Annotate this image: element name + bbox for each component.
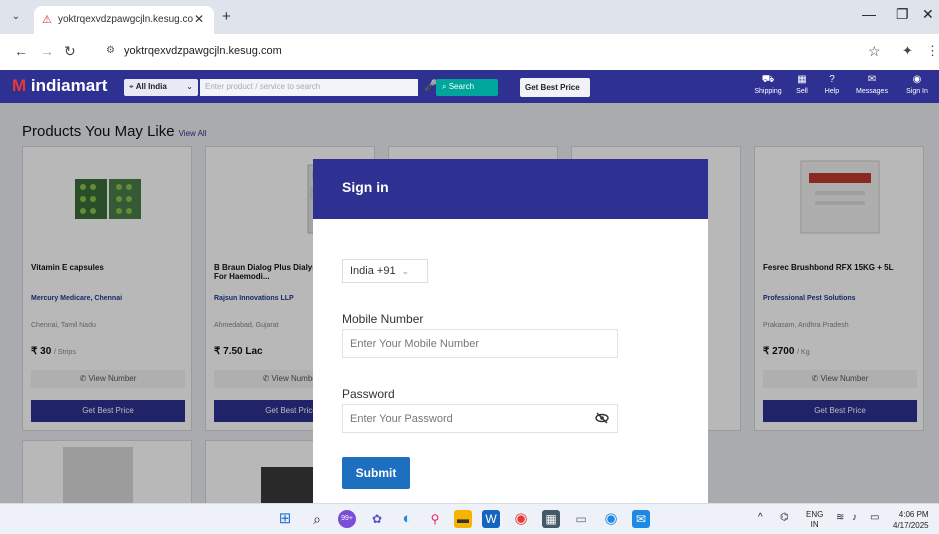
- system-clock[interactable]: 4:06 PM 4/17/2025: [893, 509, 929, 531]
- search-icon[interactable]: ⌕: [308, 510, 326, 528]
- close-tab-icon[interactable]: ✕: [194, 12, 204, 26]
- chrome-icon[interactable]: ◉: [512, 510, 530, 528]
- messages-icon: ✉: [867, 74, 877, 85]
- edge-icon[interactable]: ◐: [398, 510, 416, 528]
- country-code-select[interactable]: India +91 ⌄: [342, 259, 428, 283]
- windows-taskbar: ⊞ ⌕ 99+ ✿ ◐ ⚲ ▬ W ◉ ▦ ▭ ◉ ✉ ^ ⌬ ENG IN ≋ …: [0, 503, 939, 534]
- calculator-icon[interactable]: ▦: [542, 510, 560, 528]
- search-button[interactable]: ⌕ Search: [436, 79, 498, 96]
- windows-start-icon[interactable]: ⊞: [276, 510, 294, 528]
- word-icon[interactable]: W: [482, 510, 500, 528]
- site-header: M indiamart ⌖ All India ⌄ Enter product …: [0, 70, 939, 103]
- browser-tab-bar: ⌄ ⚠ yoktrqexvdzpawgcjln.kesug.com ✕ + — …: [0, 0, 939, 34]
- network-icon[interactable]: ⌬: [780, 512, 789, 523]
- sign-in-modal: Sign in India +91⌄ Mobile Number Passwor…: [313, 159, 708, 503]
- location-select[interactable]: ⌖ All India ⌄: [124, 79, 198, 96]
- reload-icon[interactable]: ↻: [64, 43, 76, 60]
- submit-button[interactable]: Submit: [342, 457, 410, 489]
- nav-sign-in[interactable]: ◉ Sign In: [897, 74, 937, 98]
- battery-icon[interactable]: ▭: [870, 512, 879, 523]
- modal-title: Sign in: [342, 179, 389, 195]
- help-icon: ?: [829, 74, 835, 85]
- forward-icon[interactable]: →: [40, 43, 54, 59]
- user-icon: ◉: [912, 74, 922, 85]
- toggle-password-visibility-icon[interactable]: [595, 411, 609, 428]
- mobile-number-input[interactable]: [342, 329, 618, 358]
- password-label: Password: [342, 387, 395, 401]
- indiamart-logo[interactable]: M indiamart: [12, 76, 107, 96]
- copilot-icon[interactable]: 99+: [338, 510, 356, 528]
- restore-icon[interactable]: ❐: [896, 6, 909, 23]
- url-field[interactable]: yoktrqexvdzpawgcjln.kesug.com: [124, 45, 282, 57]
- teams-icon[interactable]: ✿: [368, 510, 386, 528]
- bookmark-star-icon[interactable]: ☆: [868, 43, 881, 60]
- get-best-price-button[interactable]: Get Best Price: [520, 78, 590, 97]
- chrome-profile-icon[interactable]: ◉: [602, 510, 620, 528]
- new-tab-icon[interactable]: +: [222, 8, 231, 25]
- photos-icon[interactable]: ▭: [572, 510, 590, 528]
- close-window-icon[interactable]: ✕: [922, 6, 934, 23]
- address-bar-row: ← → ↻ ⚙ yoktrqexvdzpawgcjln.kesug.com ☆ …: [0, 34, 939, 70]
- mobile-number-label: Mobile Number: [342, 312, 424, 326]
- tab-title: yoktrqexvdzpawgcjln.kesug.com: [58, 14, 193, 25]
- file-explorer-icon[interactable]: ▬: [454, 510, 472, 528]
- outlook-icon[interactable]: ✉: [632, 510, 650, 528]
- extensions-icon[interactable]: ✦: [902, 43, 913, 59]
- search-input[interactable]: Enter product / service to search: [200, 79, 418, 96]
- back-icon[interactable]: ←: [14, 43, 28, 59]
- modal-header: Sign in: [313, 159, 708, 219]
- volume-icon[interactable]: ♪: [852, 512, 857, 523]
- app-icon[interactable]: ⚲: [426, 510, 444, 528]
- nav-messages[interactable]: ✉ Messages: [852, 74, 892, 98]
- browser-tab[interactable]: ⚠ yoktrqexvdzpawgcjln.kesug.com ✕: [34, 6, 214, 34]
- chevron-down-icon: ⌄: [401, 266, 410, 276]
- password-input[interactable]: [342, 404, 618, 433]
- minimize-icon[interactable]: —: [862, 6, 876, 22]
- tab-list-dropdown-icon[interactable]: ⌄: [8, 9, 24, 25]
- site-warning-icon: ⚠: [42, 14, 52, 26]
- browser-menu-icon[interactable]: ⋮: [926, 43, 939, 59]
- search-icon: ⌕: [442, 82, 447, 91]
- show-hidden-icons-icon[interactable]: ^: [758, 512, 763, 523]
- language-indicator[interactable]: ENG IN: [806, 510, 823, 530]
- wifi-icon[interactable]: ≋: [836, 512, 844, 523]
- nav-help[interactable]: ? Help: [812, 74, 852, 98]
- site-info-icon[interactable]: ⚙: [106, 45, 115, 56]
